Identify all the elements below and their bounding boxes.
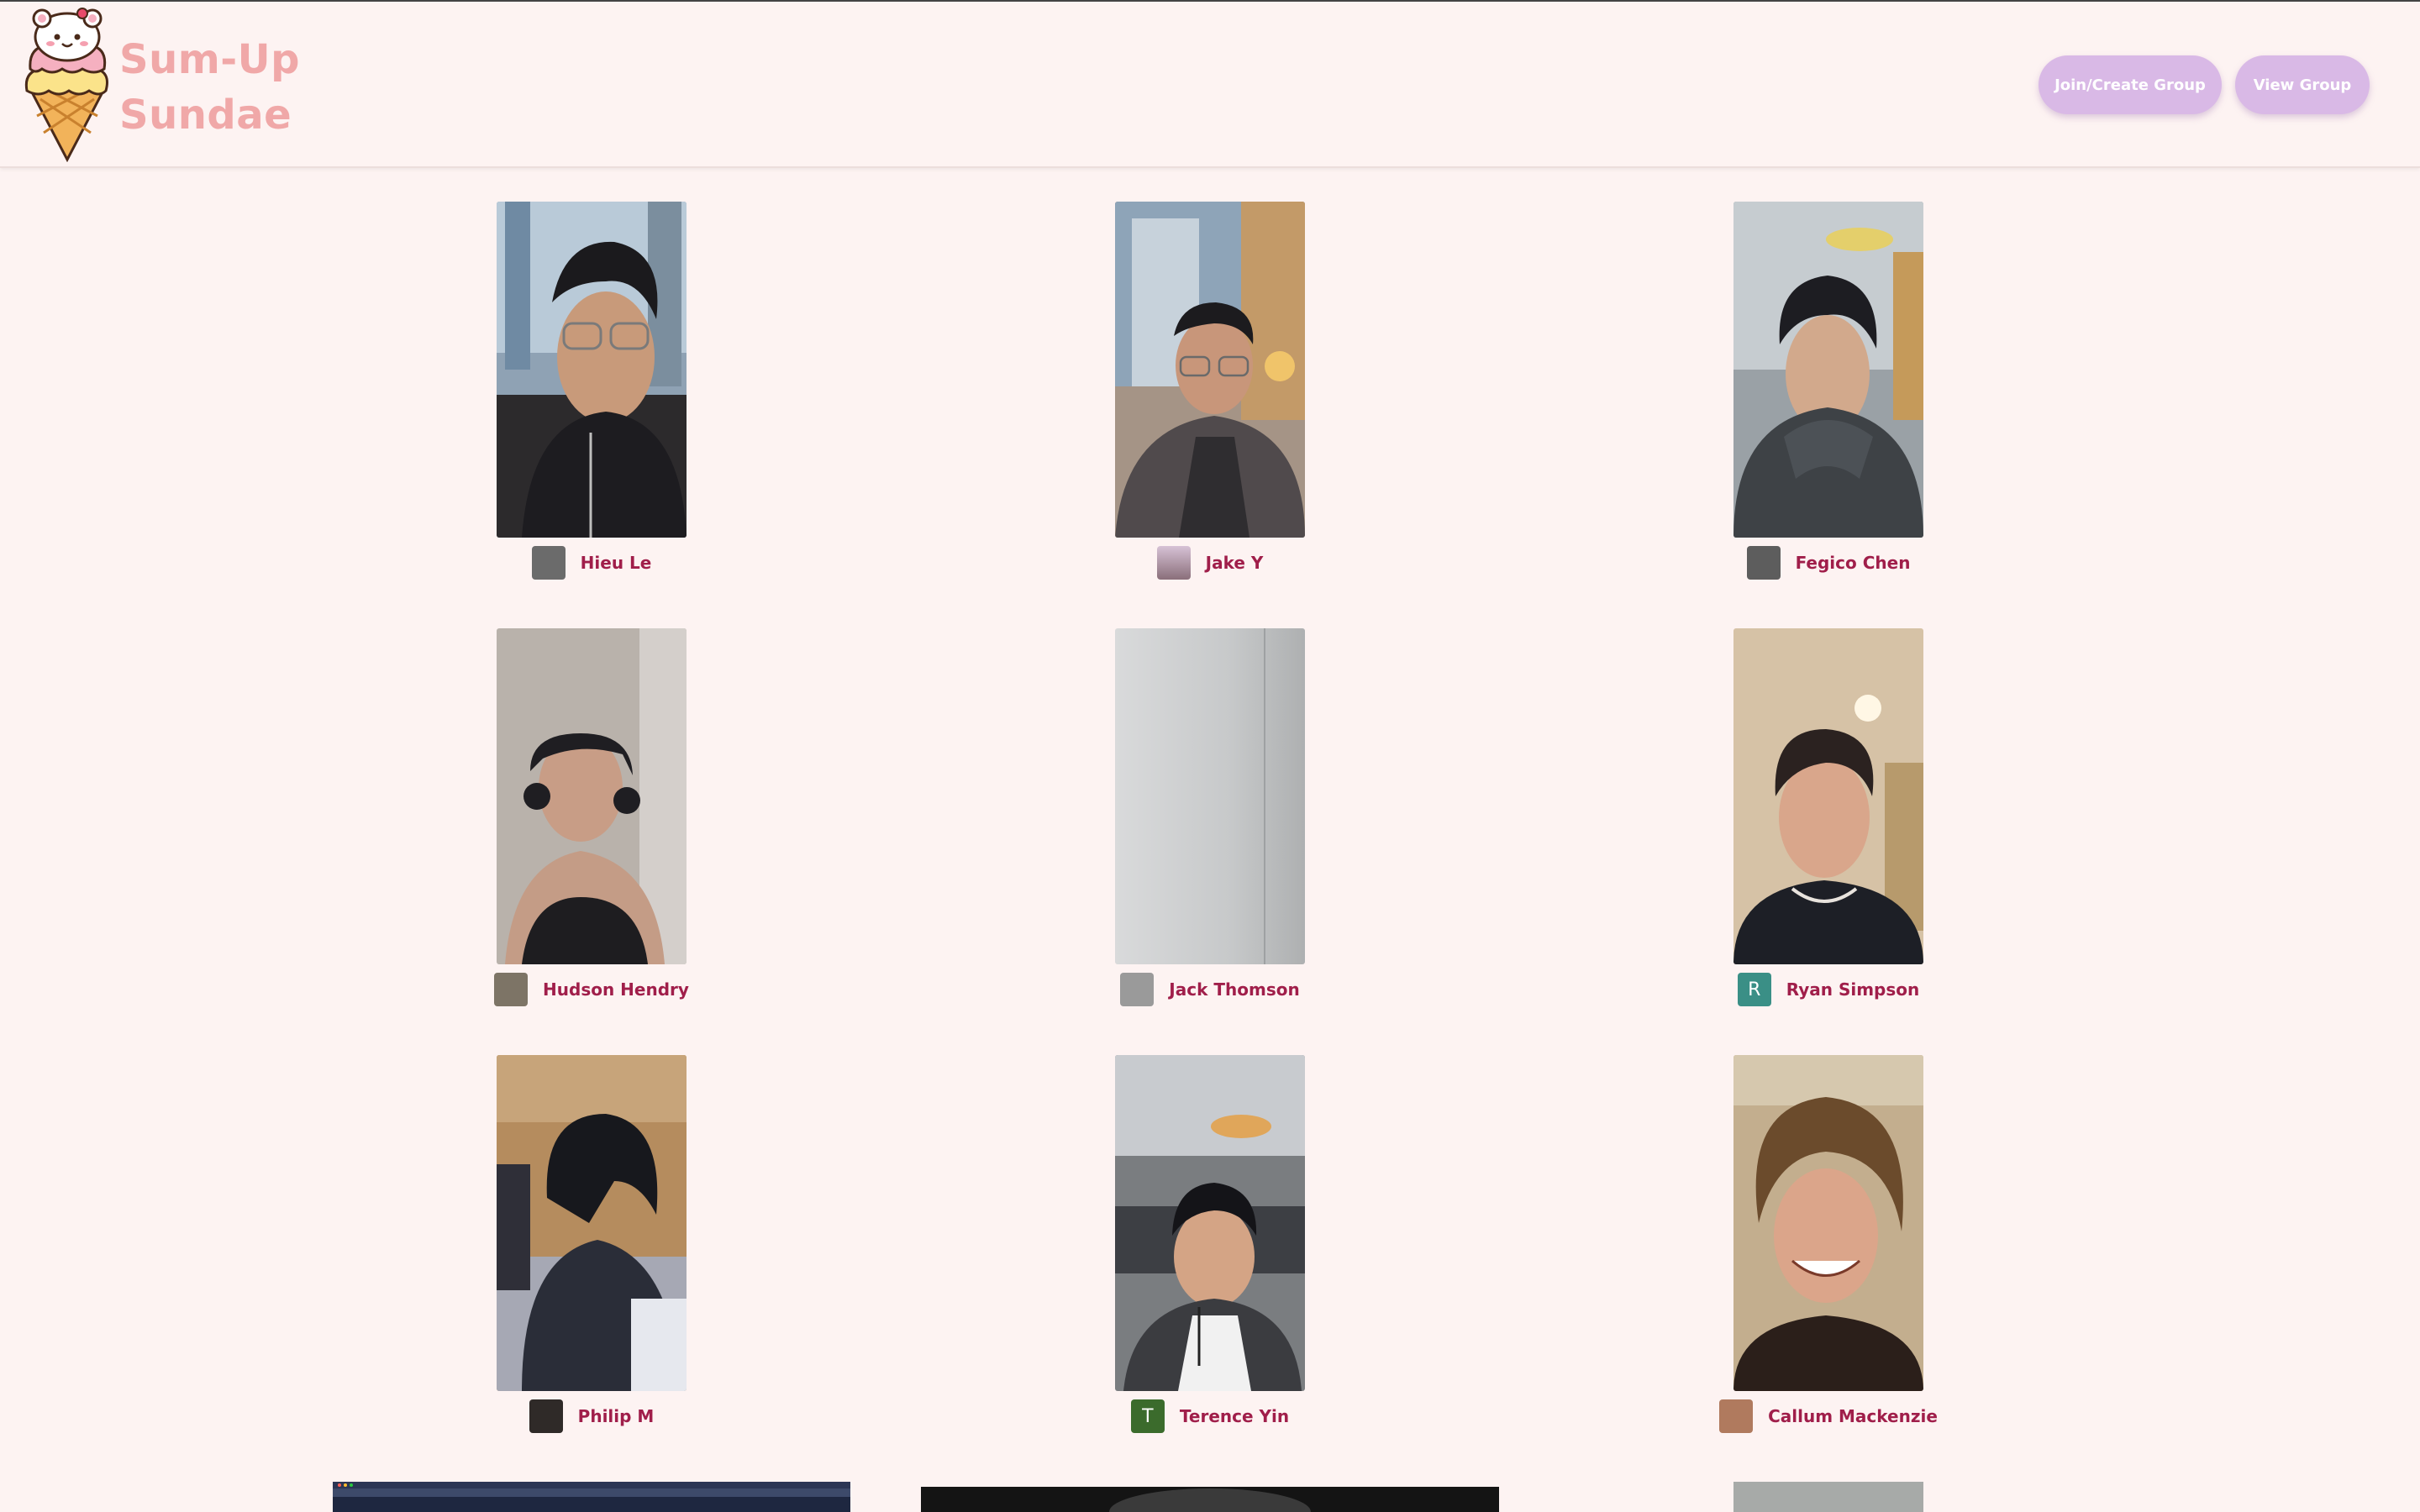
participant-name-bar: Jake Y [1048,546,1372,580]
participant-video [497,628,687,964]
join-create-group-button[interactable]: Join/Create Group [2039,55,2222,114]
app-title-line2: Sundae [119,92,292,139]
user-avatar: T [1130,1399,1165,1433]
participant-name: Callum Mackenzie [1768,1406,1938,1426]
participant-video [1733,628,1923,964]
participant-name: Jake Y [1205,553,1264,573]
participant-video [1115,1055,1305,1391]
user-avatar [529,1399,563,1433]
user-avatar [1156,546,1191,580]
participant-name-bar: Callum Mackenzie [1666,1399,1991,1433]
participant-name-bar: R Ryan Simpson [1666,973,1991,1006]
participant-name-bar: Philip M [429,1399,754,1433]
participant-video [1115,202,1305,538]
participant-video [1733,202,1923,538]
participant-video [497,1055,687,1391]
participant-name: Hudson Hendry [543,979,689,1000]
participant-video [1733,1055,1923,1391]
participant-name-bar: Hudson Hendry [429,973,754,1006]
ice-cream-logo-icon [24,8,108,162]
user-avatar [531,546,566,580]
participant-tile[interactable] [921,1487,1499,1512]
user-avatar [1746,546,1781,580]
participant-name-bar: Jack Thomson [1048,973,1372,1006]
app-title: Sum-Up Sundae [119,32,300,143]
participant-name-bar: Fegico Chen [1666,546,1991,580]
participant-name: Hieu Le [580,553,652,573]
participant-video [497,202,687,538]
app-header: Sum-Up Sundae Join/Create Group View Gro… [0,2,2420,168]
participant-grid: Hieu Le Jake Y Fegico Chen Hudson Hendry… [0,0,2420,1512]
participant-name: Ryan Simpson [1786,979,1920,1000]
user-avatar [1120,973,1155,1006]
screen-share-preview [333,1482,850,1512]
app-logo[interactable]: Sum-Up Sundae [24,7,300,162]
user-avatar: R [1737,973,1771,1006]
screen-share-tile[interactable] [333,1482,850,1512]
app-title-line1: Sum-Up [119,36,301,83]
participant-name-bar: T Terence Yin [1048,1399,1372,1433]
participant-tile[interactable] [1733,1482,1923,1512]
participant-name: Philip M [577,1406,655,1426]
participant-name-bar: Hieu Le [429,546,754,580]
view-group-button[interactable]: View Group [2235,55,2370,114]
participant-name: Fegico Chen [1795,553,1911,573]
user-avatar [494,973,529,1006]
participant-video [1109,1488,1311,1512]
participant-name: Terence Yin [1179,1406,1290,1426]
participant-name: Jack Thomson [1169,979,1300,1000]
participant-video [1115,628,1305,964]
user-avatar [1719,1399,1754,1433]
